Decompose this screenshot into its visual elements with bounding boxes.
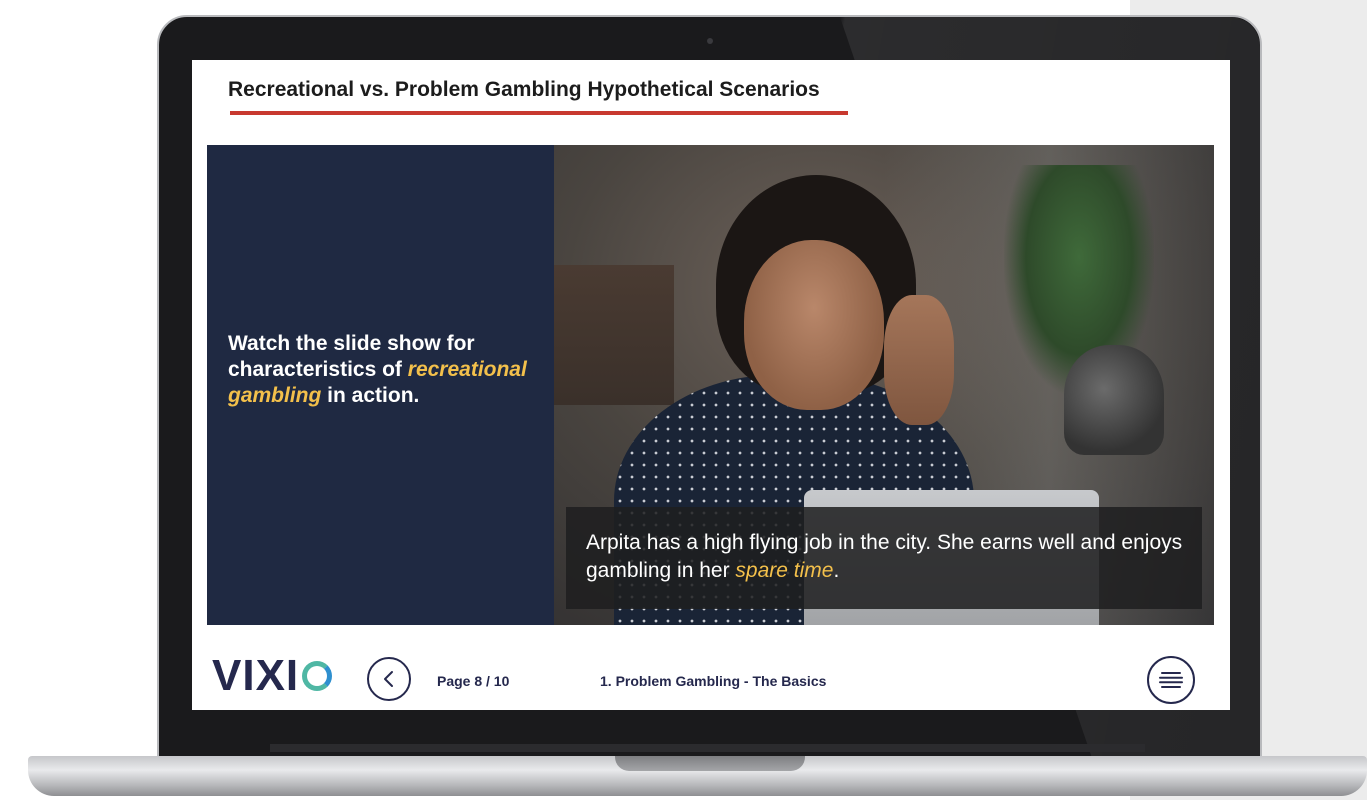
instruction-text: Watch the slide show for characteristics… (228, 331, 528, 409)
webcam (707, 38, 713, 44)
vixio-logo: VIXI (212, 651, 333, 700)
photo-person-face (744, 240, 884, 410)
laptop-notch (615, 756, 805, 771)
photo-bookshelf (554, 265, 674, 405)
slide-title: Recreational vs. Problem Gambling Hypoth… (228, 78, 820, 101)
instruction-panel: Watch the slide show for characteristics… (207, 145, 554, 625)
photo-plant-pot (1064, 345, 1164, 455)
caption-text-end: . (833, 559, 840, 582)
menu-lines-icon (1159, 672, 1183, 688)
title-underline (230, 111, 848, 115)
chevron-left-icon (384, 671, 393, 687)
page-indicator: Page 8 / 10 (437, 673, 510, 689)
caption-highlight: spare time (735, 559, 834, 582)
scenario-photo: Arpita has a high flying job in the city… (554, 145, 1214, 625)
photo-person-hand-phone (884, 295, 954, 425)
caption-text: Arpita has a high flying job in the city… (586, 529, 1186, 585)
back-button[interactable] (367, 657, 411, 701)
screen-hinge (270, 744, 1145, 752)
instruction-text-end: in action. (321, 384, 420, 407)
menu-button[interactable] (1147, 656, 1195, 704)
caption-box: Arpita has a high flying job in the city… (566, 507, 1202, 609)
course-screen: Recreational vs. Problem Gambling Hypoth… (192, 60, 1230, 710)
logo-text: VIXI (212, 651, 300, 700)
module-name: 1. Problem Gambling - The Basics (600, 673, 827, 689)
logo-ring-icon (302, 661, 333, 691)
caption-text-start: Arpita has a high flying job in the city… (586, 531, 1183, 582)
